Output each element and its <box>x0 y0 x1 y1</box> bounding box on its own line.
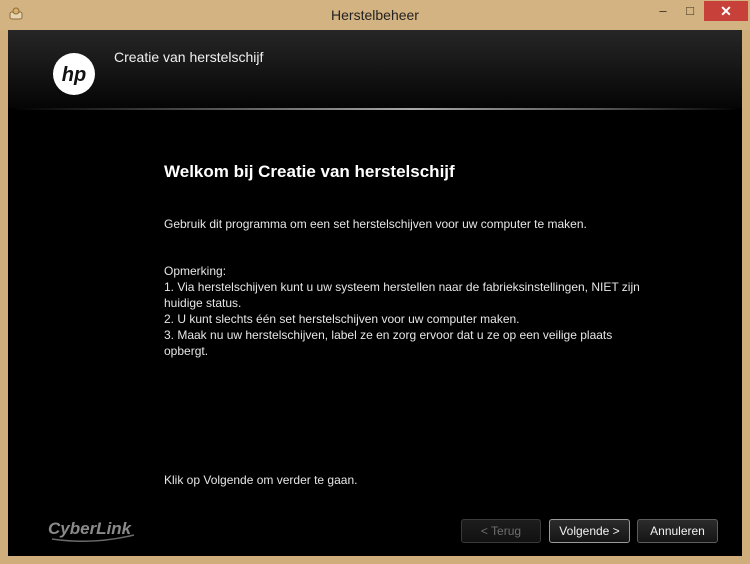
intro-text: Gebruik dit programma om een set herstel… <box>164 217 587 231</box>
hp-logo-icon: hp <box>53 53 95 95</box>
header-banner: hp Creatie van herstelschijf <box>8 30 742 108</box>
notes-block: Opmerking: 1. Via herstelschijven kunt u… <box>164 263 644 359</box>
back-button[interactable]: < Terug <box>461 519 541 543</box>
note-item-3: 3. Maak nu uw herstelschijven, label ze … <box>164 328 613 358</box>
page-heading: Welkom bij Creatie van herstelschijf <box>164 162 455 181</box>
maximize-button[interactable]: □ <box>677 1 703 21</box>
app-window: Herstelbeheer – □ ✕ hp Creatie van herst… <box>0 0 750 564</box>
note-item-2: 2. U kunt slechts één set herstelschijve… <box>164 312 520 326</box>
next-button[interactable]: Volgende > <box>549 519 630 543</box>
hp-logo-text: hp <box>62 64 86 86</box>
note-label: Opmerking: <box>164 264 227 278</box>
title-bar: Herstelbeheer – □ ✕ <box>0 0 750 30</box>
header-divider <box>8 108 742 110</box>
minimize-button[interactable]: – <box>650 1 676 21</box>
cyberlink-logo-text: CyberLink <box>48 519 133 538</box>
footer-instruction: Klik op Volgende om verder te gaan. <box>164 473 358 487</box>
client-area: hp Creatie van herstelschijf Welkom bij … <box>8 30 742 556</box>
close-button[interactable]: ✕ <box>704 1 748 21</box>
note-item-1: 1. Via herstelschijven kunt u uw systeem… <box>164 280 640 310</box>
cancel-button[interactable]: Annuleren <box>637 519 718 543</box>
cyberlink-logo-icon: CyberLink <box>48 519 135 542</box>
header-title: Creatie van herstelschijf <box>114 49 264 65</box>
window-title: Herstelbeheer <box>331 7 419 23</box>
